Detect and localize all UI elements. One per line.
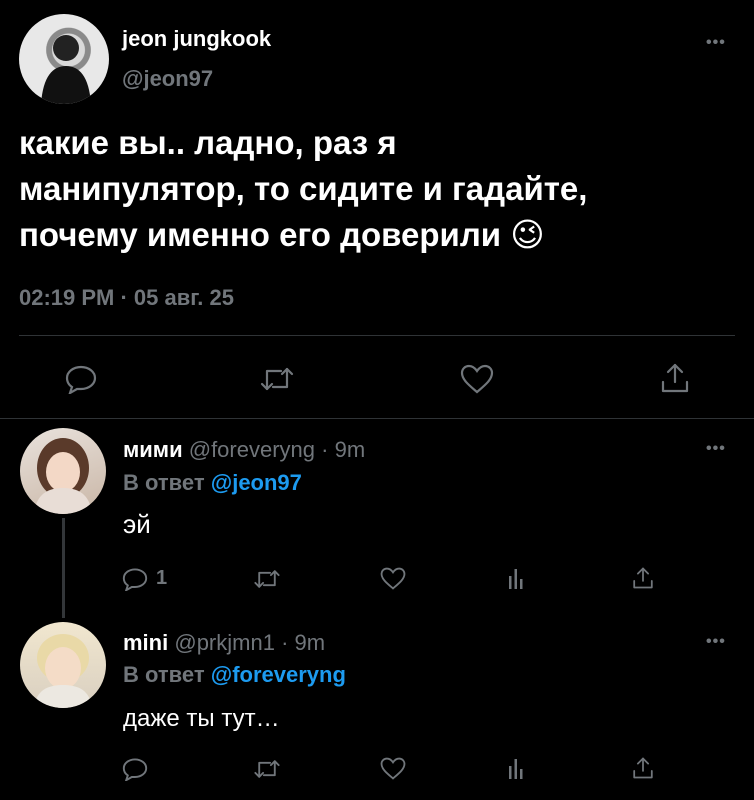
tweet-text-line: манипулятор, то сидите и гадайте, [19, 170, 588, 207]
reply-time[interactable]: · 9m [281, 630, 325, 655]
tweet-text-line: какие вы.. ладно, раз я [19, 124, 397, 161]
tweet-text: какие вы.. ладно, раз я манипулятор, то … [19, 120, 587, 258]
reply-avatar[interactable] [20, 622, 106, 708]
reply-header: mini @prkjmn1 · 9m [123, 630, 325, 656]
like-icon[interactable] [380, 567, 406, 590]
reply-handle[interactable]: @foreveryng [189, 437, 315, 462]
author-name[interactable]: jeon jungkook [122, 26, 271, 52]
replying-to-label: В ответ [123, 470, 205, 495]
reply-handle[interactable]: @prkjmn1 [174, 630, 275, 655]
views-icon[interactable] [508, 567, 524, 589]
reply-header: мими @foreveryng · 9m [123, 437, 365, 463]
tweet-timestamp[interactable]: 02:19 PM · 05 авг. 25 [19, 285, 234, 311]
retweet-icon[interactable] [259, 365, 295, 393]
like-icon[interactable] [460, 364, 494, 394]
reply-time[interactable]: · 9m [321, 437, 365, 462]
replying-to-label: В ответ [123, 662, 205, 687]
reply-text: эй [123, 509, 151, 539]
reply-text: даже ты тут… [123, 705, 280, 732]
reply-author-name[interactable]: mini [123, 630, 168, 655]
wink-emoji-icon: 😉 [510, 216, 545, 253]
views-icon[interactable] [508, 757, 524, 779]
reply-avatar[interactable] [20, 428, 106, 514]
reply-icon[interactable] [122, 757, 148, 781]
author-handle[interactable]: @jeon97 [122, 66, 213, 92]
reply-icon[interactable] [122, 567, 148, 591]
replying-to-link[interactable]: @foreveryng [211, 662, 346, 687]
share-icon[interactable] [660, 362, 690, 394]
share-icon[interactable] [632, 756, 654, 780]
author-avatar[interactable] [19, 14, 109, 104]
reply-icon[interactable] [65, 364, 97, 394]
replying-to: В ответ @foreveryng [123, 662, 346, 688]
more-options-button[interactable]: ••• [706, 34, 726, 52]
thread-line [62, 518, 65, 618]
replying-to: В ответ @jeon97 [123, 470, 302, 496]
divider [19, 335, 735, 336]
more-options-button[interactable]: ••• [706, 633, 726, 651]
divider [0, 418, 754, 419]
retweet-icon[interactable] [253, 568, 281, 590]
like-icon[interactable] [380, 757, 406, 780]
retweet-icon[interactable] [253, 758, 281, 780]
replying-to-link[interactable]: @jeon97 [211, 470, 302, 495]
tweet-text-segment: почему именно его доверили [19, 216, 502, 253]
reply-author-name[interactable]: мими [123, 437, 183, 462]
reply-count: 1 [156, 567, 168, 589]
share-icon[interactable] [632, 566, 654, 590]
more-options-button[interactable]: ••• [706, 440, 726, 458]
tweet-text-line: почему именно его доверили 😉 [19, 212, 587, 258]
